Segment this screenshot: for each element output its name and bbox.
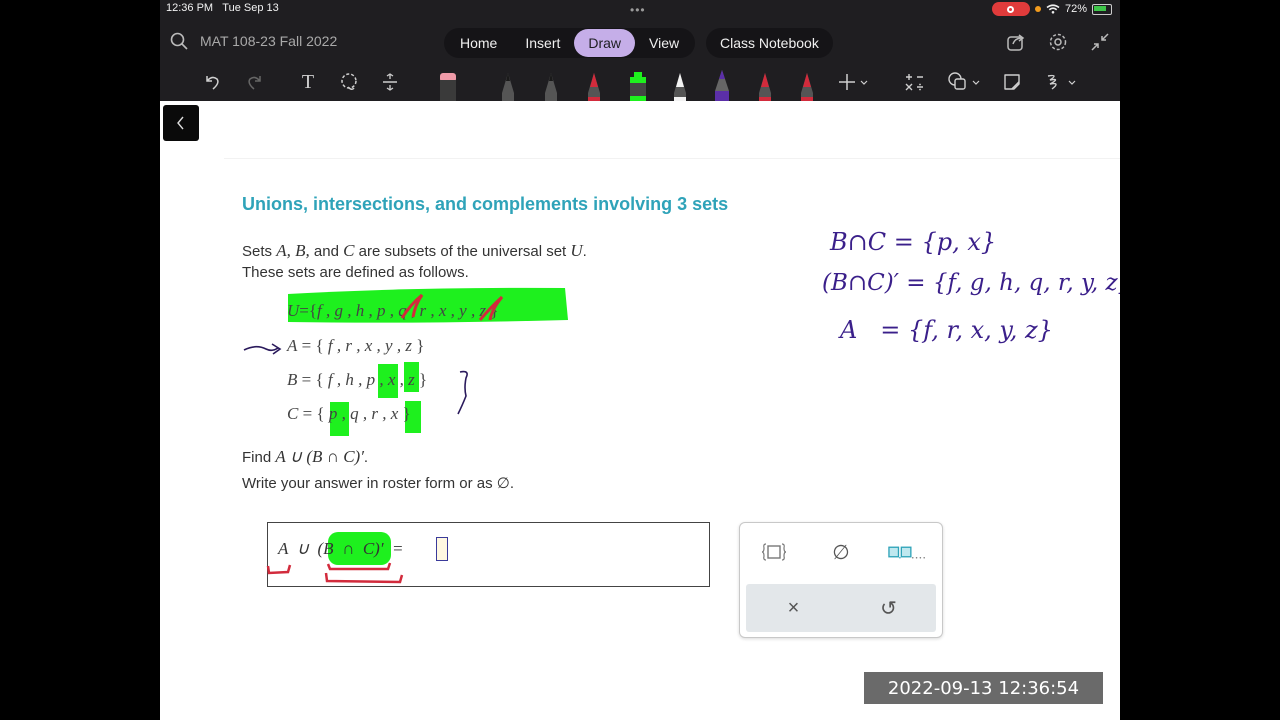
search-icon[interactable] — [170, 32, 188, 50]
search[interactable]: MAT 108-23 Fall 2022 — [170, 32, 337, 50]
intro-line-1: Sets A, B, and C are subsets of the univ… — [242, 241, 587, 260]
tab-view[interactable]: View — [635, 29, 693, 57]
lasso-icon[interactable] — [337, 70, 361, 94]
element-list-key[interactable] — [888, 537, 928, 567]
ink-arrow-a — [243, 343, 282, 355]
insert-space-icon[interactable] — [378, 70, 402, 94]
undo-answer-key[interactable]: ↺ — [869, 593, 909, 623]
tab-insert[interactable]: Insert — [511, 29, 574, 57]
pen-red-2[interactable] — [756, 69, 774, 101]
screen-recording-icon[interactable] — [991, 2, 1030, 16]
tab-draw[interactable]: Draw — [574, 29, 636, 57]
page-divider — [224, 158, 1120, 159]
note-set-a: A = {f, r, x, y, z} — [840, 316, 1053, 344]
share-icon[interactable] — [1006, 32, 1026, 52]
header-actions — [1006, 32, 1110, 52]
draw-toolbar: T — [160, 64, 1120, 101]
pen-black-1[interactable] — [499, 69, 517, 101]
multitasking-dots[interactable]: ••• — [630, 3, 646, 17]
highlighter-green[interactable] — [627, 69, 646, 101]
note-complement: (B∩C)′ = {f, g, h, q, r, y, z} — [822, 270, 1120, 296]
undo-icon[interactable] — [201, 70, 225, 94]
set-b: B = { f , h , p , x , z } — [287, 370, 428, 389]
status-time: 12:36 PM Tue Sep 13 — [166, 2, 279, 14]
notebook-title: MAT 108-23 Fall 2022 — [200, 33, 338, 49]
battery-percent: 72% — [1064, 3, 1087, 15]
set-u: U={f , g , h , p , q , r , x , y , z } — [287, 301, 499, 320]
ipad-screen: 12:36 PM Tue Sep 13 ••• 72% MAT 108-23 F… — [160, 0, 1120, 720]
ink-brace-bc — [457, 370, 468, 415]
ink-annotations — [243, 293, 504, 584]
empty-set-key[interactable]: ∅ — [821, 537, 861, 567]
element-list-icon — [888, 546, 926, 559]
math-icon[interactable] — [903, 70, 927, 94]
answer-keypad: ∅ × ↺ — [739, 522, 943, 638]
sticky-note-icon[interactable] — [1000, 70, 1024, 94]
ribbon-tabs: Home Insert Draw View — [444, 28, 696, 58]
pen-red-3[interactable] — [798, 69, 816, 101]
onenote-header: 12:36 PM Tue Sep 13 ••• 72% MAT 108-23 F… — [160, 0, 1120, 101]
status-indicators: 72% — [991, 2, 1112, 16]
pen-black-2[interactable] — [542, 69, 560, 101]
wifi-icon — [1046, 4, 1060, 14]
back-button[interactable] — [163, 105, 199, 141]
settings-gear-icon[interactable] — [1048, 32, 1068, 52]
pen-purple[interactable] — [713, 69, 731, 101]
collapse-icon[interactable] — [1090, 32, 1110, 52]
set-u-elements: f , g , h , p , q , r , x , y , z — [317, 301, 487, 320]
battery-icon — [1092, 3, 1112, 15]
highlight-layer — [288, 287, 568, 565]
pen-white[interactable] — [671, 69, 689, 101]
recording-timestamp: 2022-09-13 12:36:54 — [864, 672, 1103, 704]
text-icon[interactable]: T — [296, 70, 320, 94]
chevron-left-icon — [177, 116, 184, 130]
answer-area: A ∪ (B ∩ C)′ = — [267, 522, 710, 587]
mic-indicator-icon — [1034, 6, 1041, 12]
clear-key[interactable]: × — [774, 593, 814, 623]
problem-title: Unions, intersections, and complements i… — [242, 194, 729, 214]
ink-to-text-icon[interactable] — [1044, 70, 1080, 94]
eraser-icon[interactable] — [439, 69, 457, 101]
set-braces-icon — [761, 543, 786, 561]
set-c: C = { p , q , r , x } — [287, 404, 411, 423]
set-a: A = { f , r , x , y , z } — [287, 336, 425, 355]
answer-input[interactable] — [436, 537, 448, 561]
instruction-text: Write your answer in roster form or as ∅… — [242, 475, 515, 492]
redo-icon[interactable] — [242, 70, 266, 94]
tab-home[interactable]: Home — [446, 29, 511, 57]
shapes-icon[interactable] — [946, 70, 982, 94]
class-notebook-button[interactable]: Class Notebook — [706, 28, 833, 58]
pen-red-1[interactable] — [585, 69, 603, 101]
add-pen-icon[interactable] — [836, 70, 872, 94]
find-prompt: Find A ∪ (B ∩ C)′. — [242, 447, 369, 466]
intro-line-2: These sets are defined as follows. — [242, 264, 469, 281]
note-b-intersect-c: B∩C = {p, x} — [830, 228, 997, 256]
set-braces-key[interactable] — [754, 537, 794, 567]
answer-expression: A ∪ (B ∩ C)′ = — [278, 539, 404, 558]
